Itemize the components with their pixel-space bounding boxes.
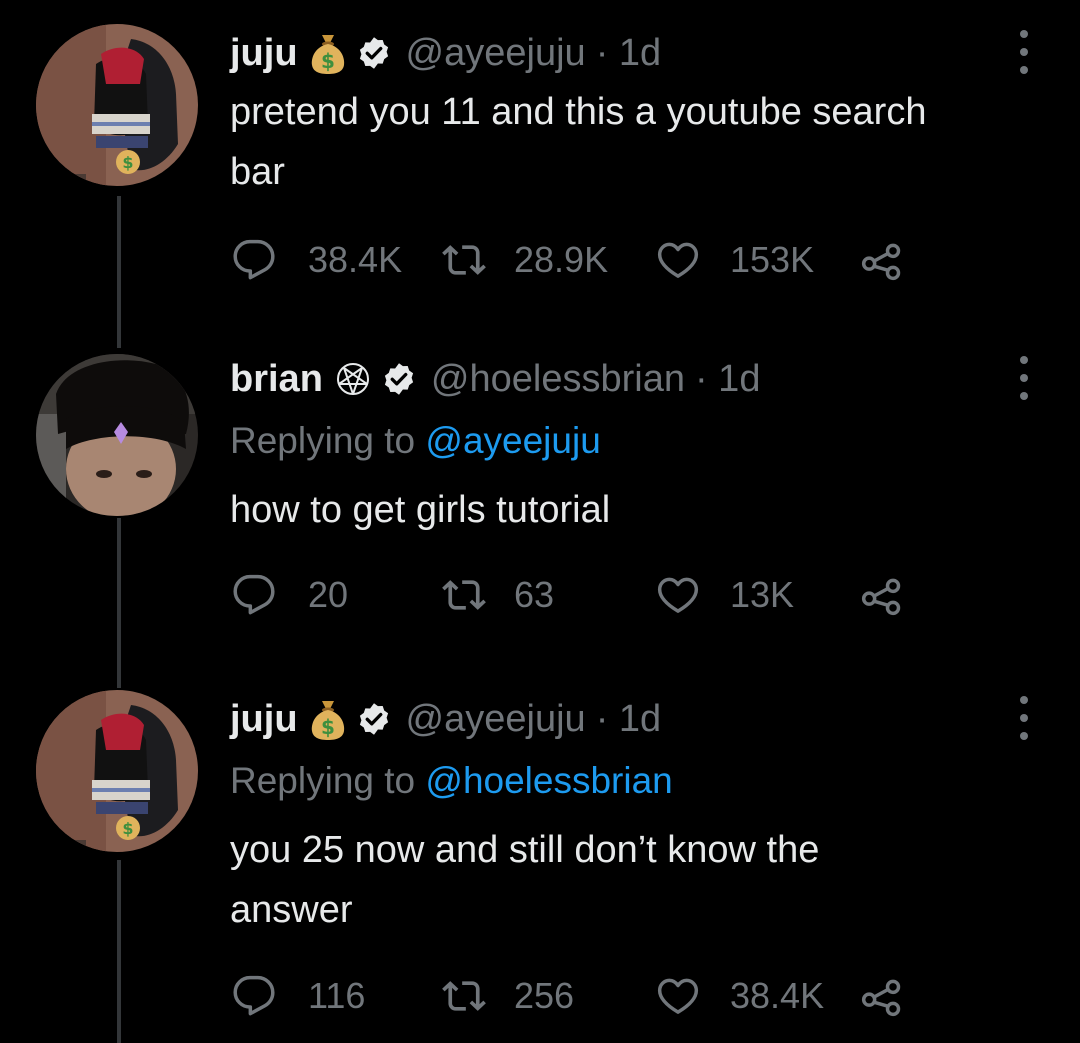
tweet-header: juju @ayeejuju · 1d: [230, 694, 661, 744]
pentagram-icon: [333, 359, 373, 399]
avatar[interactable]: $: [36, 690, 198, 852]
money-bag-icon: [308, 697, 348, 741]
display-name[interactable]: juju: [230, 698, 298, 741]
replying-to: Replying to @hoelessbrian: [230, 760, 673, 802]
retweet-count: 63: [514, 574, 555, 615]
reply-count: 20: [308, 574, 349, 615]
more-options-icon[interactable]: [1018, 356, 1030, 400]
more-options-icon[interactable]: [1018, 696, 1030, 740]
timestamp[interactable]: · 1d: [596, 32, 661, 75]
reply-count: 38.4K: [308, 239, 403, 280]
tweet-text-line: you 25 now and still don’t know the: [230, 829, 820, 871]
like-button[interactable]: 13K: [656, 570, 794, 620]
tweet-text: how to get girls tutorial: [230, 480, 1050, 540]
tweet-text-line: bar: [230, 151, 285, 193]
share-button[interactable]: [860, 570, 904, 620]
replying-to-label: Replying to: [230, 760, 416, 801]
tweet-text: you 25 now and still don’t know the answ…: [230, 820, 1050, 940]
tweet-text-line: how to get girls tutorial: [230, 489, 611, 531]
reply-button[interactable]: 38.4K: [232, 235, 402, 285]
retweet-button[interactable]: 256: [442, 971, 574, 1021]
tweet-header: brian @hoelessbrian · 1d: [230, 354, 760, 404]
tweet[interactable]: brian @hoelessbrian · 1d Replying to @ay…: [0, 350, 1080, 670]
money-bag-icon: [308, 31, 348, 75]
tweet-text-line: answer: [230, 889, 353, 931]
reply-button[interactable]: 20: [232, 570, 348, 620]
reply-button[interactable]: 116: [232, 971, 365, 1021]
svg-text:$: $: [122, 153, 133, 172]
like-button[interactable]: 153K: [656, 235, 814, 285]
display-name[interactable]: brian: [230, 358, 323, 401]
handle[interactable]: @ayeejuju: [406, 698, 586, 741]
reply-icon: [232, 238, 276, 282]
tweet[interactable]: $ juju @ayeejuju · 1d Replying to @hoele…: [0, 690, 1080, 1043]
handle[interactable]: @hoelessbrian: [431, 358, 685, 401]
reply-count: 116: [308, 975, 366, 1016]
like-icon: [656, 573, 700, 617]
retweet-icon: [442, 573, 486, 617]
retweet-count: 256: [514, 975, 575, 1016]
tweet-text-line: pretend you 11 and this a youtube search: [230, 91, 927, 133]
replying-to-mention[interactable]: @ayeejuju: [425, 420, 600, 461]
like-icon: [656, 974, 700, 1018]
like-count: 153K: [730, 239, 815, 280]
retweet-button[interactable]: 63: [442, 570, 554, 620]
reply-icon: [232, 974, 276, 1018]
avatar[interactable]: $: [36, 24, 198, 186]
share-icon: [860, 573, 904, 617]
reply-icon: [232, 573, 276, 617]
retweet-button[interactable]: 28.9K: [442, 235, 608, 285]
handle[interactable]: @ayeejuju: [406, 32, 586, 75]
tweet-header: juju @ayeejuju · 1d: [230, 28, 661, 78]
replying-to-label: Replying to: [230, 420, 416, 461]
avatar[interactable]: [36, 354, 198, 516]
replying-to: Replying to @ayeejuju: [230, 420, 601, 462]
timestamp[interactable]: · 1d: [695, 358, 760, 401]
verified-badge-icon[interactable]: [356, 35, 392, 71]
retweet-icon: [442, 238, 486, 282]
like-icon: [656, 238, 700, 282]
like-count: 38.4K: [730, 975, 825, 1016]
tweet[interactable]: $ juju @ayeejuju · 1d pretend you 11 and…: [0, 0, 1080, 330]
svg-text:$: $: [122, 819, 133, 838]
display-name[interactable]: juju: [230, 32, 298, 75]
share-button[interactable]: [860, 235, 904, 285]
share-icon: [860, 974, 904, 1018]
share-icon: [860, 238, 904, 282]
verified-badge-icon[interactable]: [381, 361, 417, 397]
replying-to-mention[interactable]: @hoelessbrian: [425, 760, 672, 801]
retweet-count: 28.9K: [514, 239, 609, 280]
more-options-icon[interactable]: [1018, 30, 1030, 74]
retweet-icon: [442, 974, 486, 1018]
like-button[interactable]: 38.4K: [656, 971, 824, 1021]
share-button[interactable]: [860, 971, 904, 1021]
tweet-text: pretend you 11 and this a youtube search…: [230, 82, 1050, 202]
verified-badge-icon[interactable]: [356, 701, 392, 737]
timestamp[interactable]: · 1d: [596, 698, 661, 741]
like-count: 13K: [730, 574, 795, 615]
